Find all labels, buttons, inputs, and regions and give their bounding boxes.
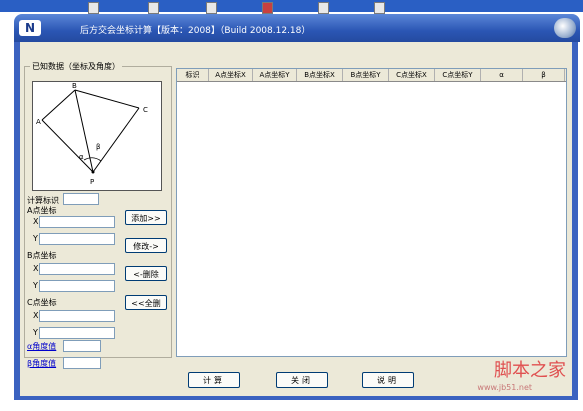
b-x-input[interactable] xyxy=(39,263,115,275)
b-point-label: B点坐标 xyxy=(27,251,57,260)
point-p-label: P xyxy=(90,178,94,186)
delete-button[interactable]: <-删除 xyxy=(125,266,167,281)
column-header[interactable]: B点坐标Y xyxy=(343,69,389,81)
point-a-label: A xyxy=(36,118,41,126)
table-header: 标识 A点坐标X A点坐标Y B点坐标X B点坐标Y C点坐标X C点坐标Y α… xyxy=(177,69,566,82)
calc-id-input[interactable] xyxy=(63,193,99,205)
b-x-label: X xyxy=(33,264,39,273)
calculate-button[interactable]: 计算 xyxy=(188,372,240,388)
a-y-label: Y xyxy=(33,234,38,243)
watermark-logo: 脚本之家 xyxy=(494,360,566,381)
column-header[interactable]: α xyxy=(481,69,523,81)
resection-diagram-icon: B A C P α β xyxy=(36,82,148,186)
known-data-legend: 已知数据（坐标及角度） xyxy=(30,61,122,72)
a-x-label: X xyxy=(33,217,39,226)
main-window: B A C P α β 计算标识 A点坐标 X Y B点坐标 X Y C点坐标 … xyxy=(14,42,578,400)
alpha-label: α xyxy=(79,153,84,161)
desktop-icon xyxy=(262,2,273,14)
c-x-label: X xyxy=(33,311,39,320)
beta-angle-input[interactable] xyxy=(63,357,101,369)
point-c-label: C xyxy=(143,106,148,114)
add-button[interactable]: 添加>> xyxy=(125,210,167,225)
data-table[interactable]: 标识 A点坐标X A点坐标Y B点坐标X B点坐标Y C点坐标X C点坐标Y α… xyxy=(176,68,567,357)
alpha-angle-link[interactable]: α角度值 xyxy=(27,341,56,352)
window-title: 后方交会坐标计算【版本：2008】（Build 2008.12.18） xyxy=(80,26,311,36)
b-y-label: Y xyxy=(33,281,38,290)
desktop-strip xyxy=(0,0,583,14)
about-button[interactable]: 说明 xyxy=(362,372,414,388)
c-x-input[interactable] xyxy=(39,310,115,322)
desktop-icon xyxy=(318,2,329,14)
known-data-group: B A C P α β 计算标识 A点坐标 X Y B点坐标 X Y C点坐标 … xyxy=(24,66,172,369)
a-point-label: A点坐标 xyxy=(27,206,57,215)
close-button[interactable]: 关闭 xyxy=(276,372,328,388)
title-bar[interactable]: N 后方交会坐标计算【版本：2008】（Build 2008.12.18） xyxy=(14,14,580,42)
desktop-icon xyxy=(374,2,385,14)
beta-angle-link[interactable]: β角度值 xyxy=(27,358,56,369)
c-y-input[interactable] xyxy=(39,327,115,339)
c-y-label: Y xyxy=(33,328,38,337)
column-header[interactable]: A点坐标Y xyxy=(253,69,297,81)
delete-all-button[interactable]: <<全删 xyxy=(125,295,167,310)
a-y-input[interactable] xyxy=(39,233,115,245)
alpha-angle-input[interactable] xyxy=(63,340,101,352)
column-header[interactable]: β xyxy=(523,69,565,81)
column-header[interactable]: C点坐标Y xyxy=(435,69,481,81)
app-logo-icon: N xyxy=(19,20,41,36)
point-b-label: B xyxy=(72,82,77,90)
watermark-url: www.jb51.net xyxy=(477,383,532,392)
c-point-label: C点坐标 xyxy=(27,298,57,307)
column-header[interactable]: B点坐标X xyxy=(297,69,343,81)
window-control-button[interactable] xyxy=(554,18,576,38)
column-header[interactable]: 标识 xyxy=(177,69,209,81)
column-header[interactable]: C点坐标X xyxy=(389,69,435,81)
column-header[interactable]: A点坐标X xyxy=(209,69,253,81)
modify-button[interactable]: 修改-> xyxy=(125,238,167,253)
desktop-icon xyxy=(206,2,217,14)
desktop-icon xyxy=(88,2,99,14)
geometry-diagram: B A C P α β xyxy=(32,81,162,191)
b-y-input[interactable] xyxy=(39,280,115,292)
a-x-input[interactable] xyxy=(39,216,115,228)
desktop-icon xyxy=(148,2,159,14)
beta-label: β xyxy=(96,143,100,151)
